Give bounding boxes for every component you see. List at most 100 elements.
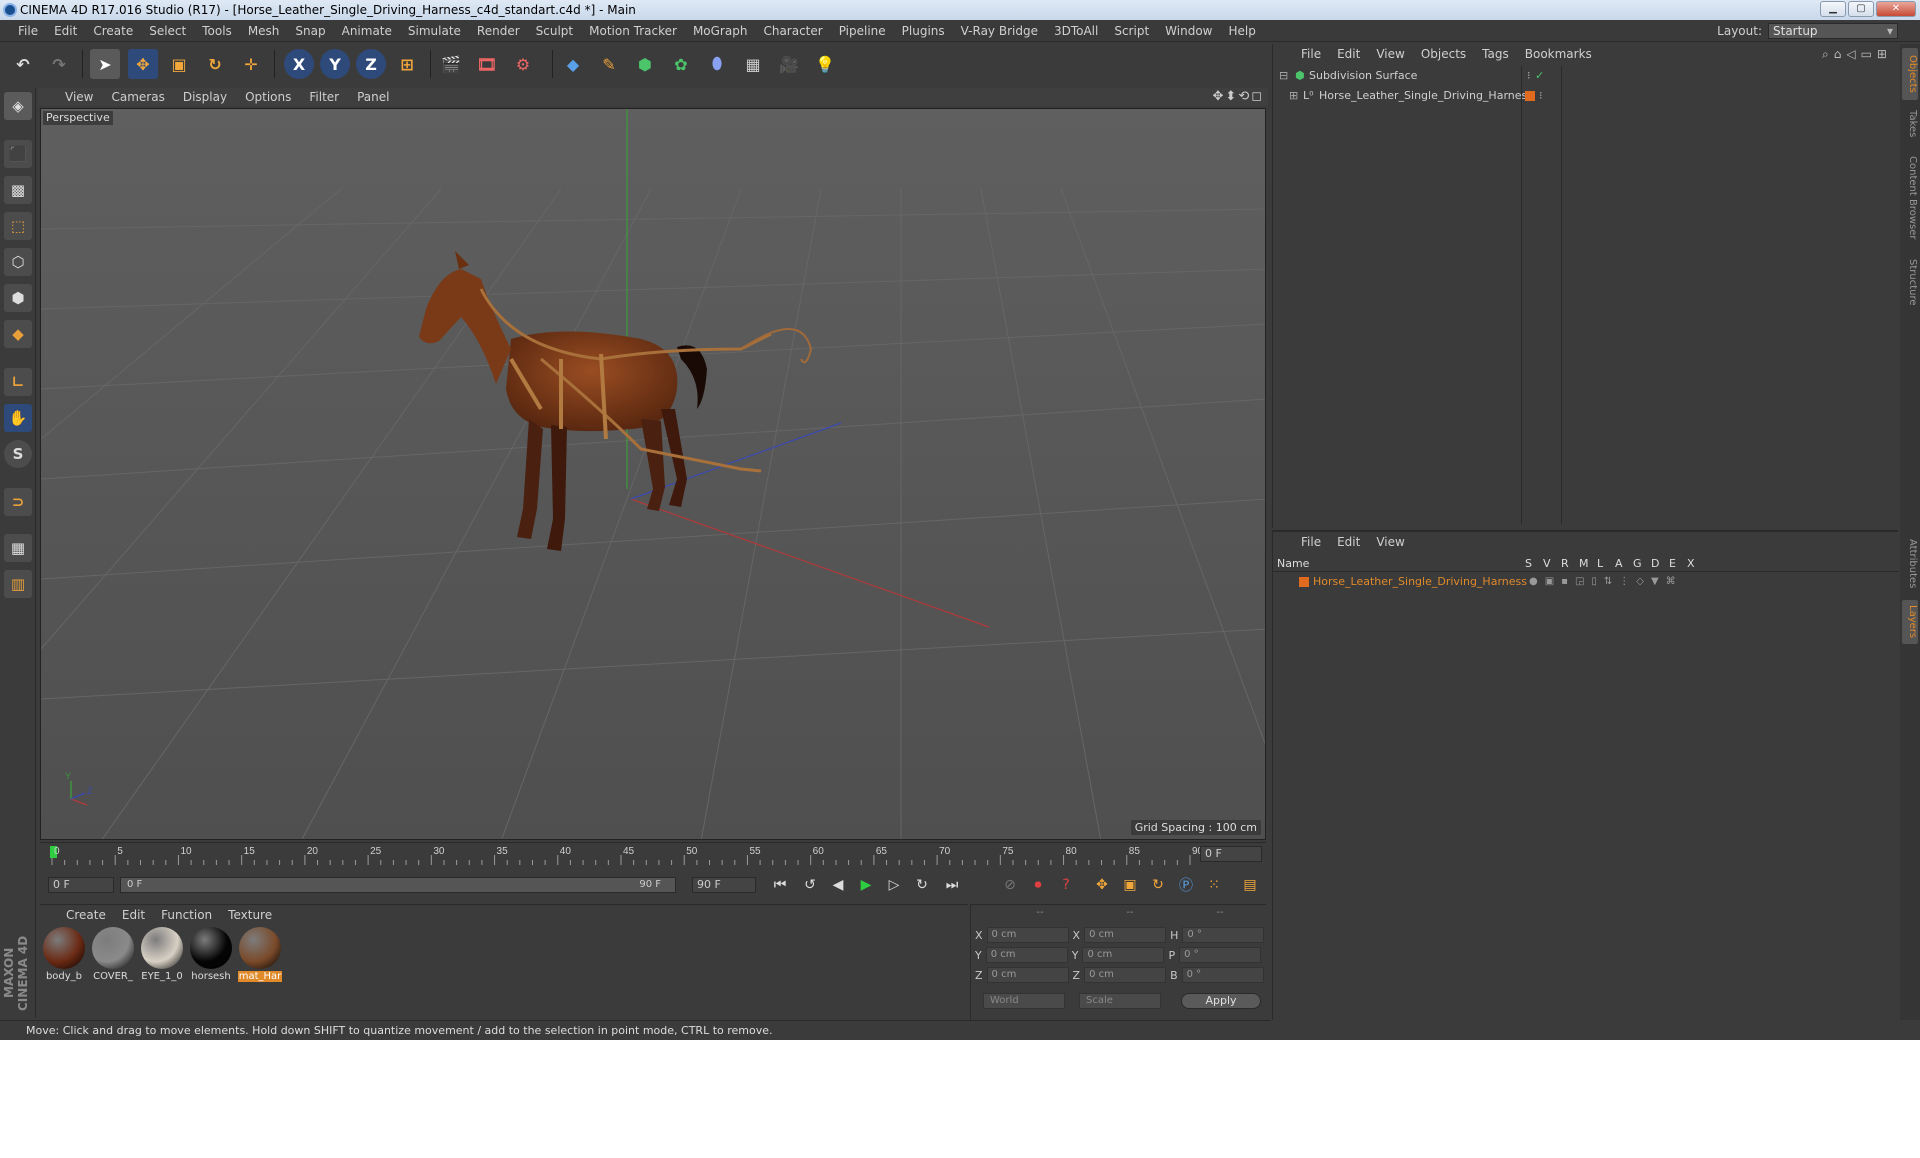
- snap-icon[interactable]: S: [4, 440, 32, 468]
- play-icon[interactable]: ▶: [854, 874, 878, 896]
- cloner-icon[interactable]: ✿: [666, 49, 696, 79]
- model-mode-icon[interactable]: ⬛: [4, 140, 32, 168]
- axis-y-lock-button[interactable]: Y: [320, 49, 350, 79]
- menu-mograph[interactable]: MoGraph: [685, 24, 756, 38]
- viewport-menu-options[interactable]: Options: [236, 90, 300, 104]
- polygons-mode-icon[interactable]: ◆: [4, 320, 32, 348]
- key-scale-icon[interactable]: ▣: [1118, 874, 1142, 896]
- tweak-mode-icon[interactable]: ✋: [4, 404, 32, 432]
- frame-range-slider[interactable]: 0 F 90 F: [120, 877, 676, 893]
- object-menu-file[interactable]: File: [1293, 47, 1329, 61]
- record-keys-disabled-icon[interactable]: ⊘: [998, 874, 1022, 896]
- menu-file[interactable]: File: [10, 24, 46, 38]
- multi-move-icon[interactable]: ✛: [236, 49, 266, 79]
- object-manager-nav-icons[interactable]: ⌕⌂◁▭⊞: [1822, 47, 1892, 62]
- size-y-field[interactable]: 0 cm: [1082, 947, 1165, 963]
- next-key-icon[interactable]: ↻: [910, 874, 934, 896]
- pen-spline-icon[interactable]: ✎: [594, 49, 624, 79]
- material-menu-create[interactable]: Create: [58, 908, 114, 922]
- menu-edit[interactable]: Edit: [46, 24, 85, 38]
- select-arrow-icon[interactable]: ➤: [90, 49, 120, 79]
- menu-script[interactable]: Script: [1106, 24, 1157, 38]
- redo-icon[interactable]: ↷: [44, 49, 74, 79]
- collapse-icon[interactable]: ⊟: [1279, 66, 1288, 86]
- previous-key-icon[interactable]: ↺: [798, 874, 822, 896]
- position-y-field[interactable]: 0 cm: [985, 947, 1068, 963]
- layer-menu-edit[interactable]: Edit: [1329, 535, 1368, 549]
- tab-attributes[interactable]: Attributes: [1902, 532, 1918, 596]
- axis-z-lock-button[interactable]: Z: [356, 49, 386, 79]
- menu-window[interactable]: Window: [1157, 24, 1220, 38]
- light-icon[interactable]: 💡: [810, 49, 840, 79]
- camera-icon[interactable]: 🎥: [774, 49, 804, 79]
- locked-workplane-icon[interactable]: ▦: [4, 534, 32, 562]
- material-menu-function[interactable]: Function: [153, 908, 220, 922]
- menu-animate[interactable]: Animate: [334, 24, 400, 38]
- object-row-harness[interactable]: ⊞ L⁰ Horse_Leather_Single_Driving_Harnes…: [1275, 86, 1895, 106]
- material-menu-texture[interactable]: Texture: [220, 908, 280, 922]
- apply-button[interactable]: Apply: [1181, 993, 1261, 1009]
- make-editable-icon[interactable]: ◈: [4, 92, 32, 120]
- edges-mode-icon[interactable]: ⬢: [4, 284, 32, 312]
- material-swatch-selected[interactable]: mat_Har: [238, 927, 282, 982]
- visibility-dots-icon[interactable]: ⁝: [1539, 86, 1543, 106]
- expand-icon[interactable]: ⊞: [1289, 86, 1298, 106]
- visibility-dots-icon[interactable]: ⁝: [1527, 66, 1531, 86]
- deformer-icon[interactable]: ⬮: [702, 49, 732, 79]
- menu-plugins[interactable]: Plugins: [894, 24, 953, 38]
- next-frame-icon[interactable]: ▷: [882, 874, 906, 896]
- material-menu-edit[interactable]: Edit: [114, 908, 153, 922]
- rotation-p-field[interactable]: 0 °: [1179, 947, 1262, 963]
- key-position-icon[interactable]: ✥: [1090, 874, 1114, 896]
- menu-tools[interactable]: Tools: [194, 24, 240, 38]
- render-picture-viewer-icon[interactable]: 🎞: [472, 49, 502, 79]
- key-parameter-icon[interactable]: Ⓟ: [1174, 874, 1198, 896]
- magnet-icon[interactable]: ⊃: [4, 488, 32, 516]
- menu-help[interactable]: Help: [1220, 24, 1263, 38]
- scale-tool-icon[interactable]: ▣: [164, 49, 194, 79]
- render-settings-icon[interactable]: ⚙: [508, 49, 538, 79]
- start-frame-field[interactable]: 0 F: [48, 877, 114, 893]
- tab-structure[interactable]: Structure: [1902, 252, 1918, 312]
- undo-icon[interactable]: ↶: [8, 49, 38, 79]
- current-frame-field[interactable]: 0 F: [1200, 846, 1262, 862]
- timeline-window-icon[interactable]: ▤: [1238, 874, 1262, 896]
- menu-snap[interactable]: Snap: [287, 24, 333, 38]
- layer-menu-view[interactable]: View: [1368, 535, 1412, 549]
- coordinate-mode-dropdown[interactable]: World: [983, 993, 1065, 1009]
- object-row-subdivision-surface[interactable]: ⊟ ⬢ Subdivision Surface ⁝ ✓: [1275, 66, 1895, 86]
- perspective-viewport[interactable]: Y Z Perspective Grid Spacing : 100 cm: [40, 108, 1266, 840]
- menu-vray-bridge[interactable]: V-Ray Bridge: [953, 24, 1046, 38]
- layout-dropdown[interactable]: Startup: [1768, 23, 1898, 39]
- go-to-end-icon[interactable]: ⏭: [940, 874, 964, 896]
- planar-workplane-icon[interactable]: ▥: [4, 570, 32, 598]
- object-menu-bookmarks[interactable]: Bookmarks: [1517, 47, 1600, 61]
- texture-mode-icon[interactable]: ▩: [4, 176, 32, 204]
- viewport-nav-icons[interactable]: ✥⬍⟲◻: [1213, 89, 1264, 104]
- move-tool-icon[interactable]: ✥: [128, 49, 158, 79]
- close-button[interactable]: ✕: [1876, 1, 1916, 17]
- menu-simulate[interactable]: Simulate: [400, 24, 469, 38]
- timeline-ruler[interactable]: 0 5 10 15 20 25 30 35 40 45 50 55 60 65 70 75 80 85 90 0 F: [40, 842, 1266, 866]
- tab-layers[interactable]: Layers: [1902, 600, 1918, 644]
- menu-motion-tracker[interactable]: Motion Tracker: [581, 24, 685, 38]
- previous-frame-icon[interactable]: ◀: [826, 874, 850, 896]
- key-rotation-icon[interactable]: ↻: [1146, 874, 1170, 896]
- menu-select[interactable]: Select: [141, 24, 194, 38]
- size-mode-dropdown[interactable]: Scale: [1079, 993, 1161, 1009]
- menu-render[interactable]: Render: [469, 24, 528, 38]
- object-menu-view[interactable]: View: [1368, 47, 1412, 61]
- subdivision-surface-icon[interactable]: ⬢: [630, 49, 660, 79]
- menu-pipeline[interactable]: Pipeline: [831, 24, 894, 38]
- viewport-menu-view[interactable]: View: [56, 90, 102, 104]
- layer-flag-icons[interactable]: ●▣▪◲▯⇅⋮◇▼⌘: [1529, 574, 1683, 590]
- rotation-h-field[interactable]: 0 °: [1182, 927, 1265, 943]
- position-x-field[interactable]: 0 cm: [986, 927, 1069, 943]
- rotate-tool-icon[interactable]: ↻: [200, 49, 230, 79]
- coordinate-system-icon[interactable]: ⊞: [392, 49, 422, 79]
- minimize-button[interactable]: ▁: [1820, 1, 1846, 17]
- size-x-field[interactable]: 0 cm: [1084, 927, 1167, 943]
- enabled-check-icon[interactable]: ✓: [1535, 66, 1544, 86]
- size-z-field[interactable]: 0 cm: [1084, 967, 1167, 983]
- material-swatch[interactable]: COVER_: [91, 927, 135, 982]
